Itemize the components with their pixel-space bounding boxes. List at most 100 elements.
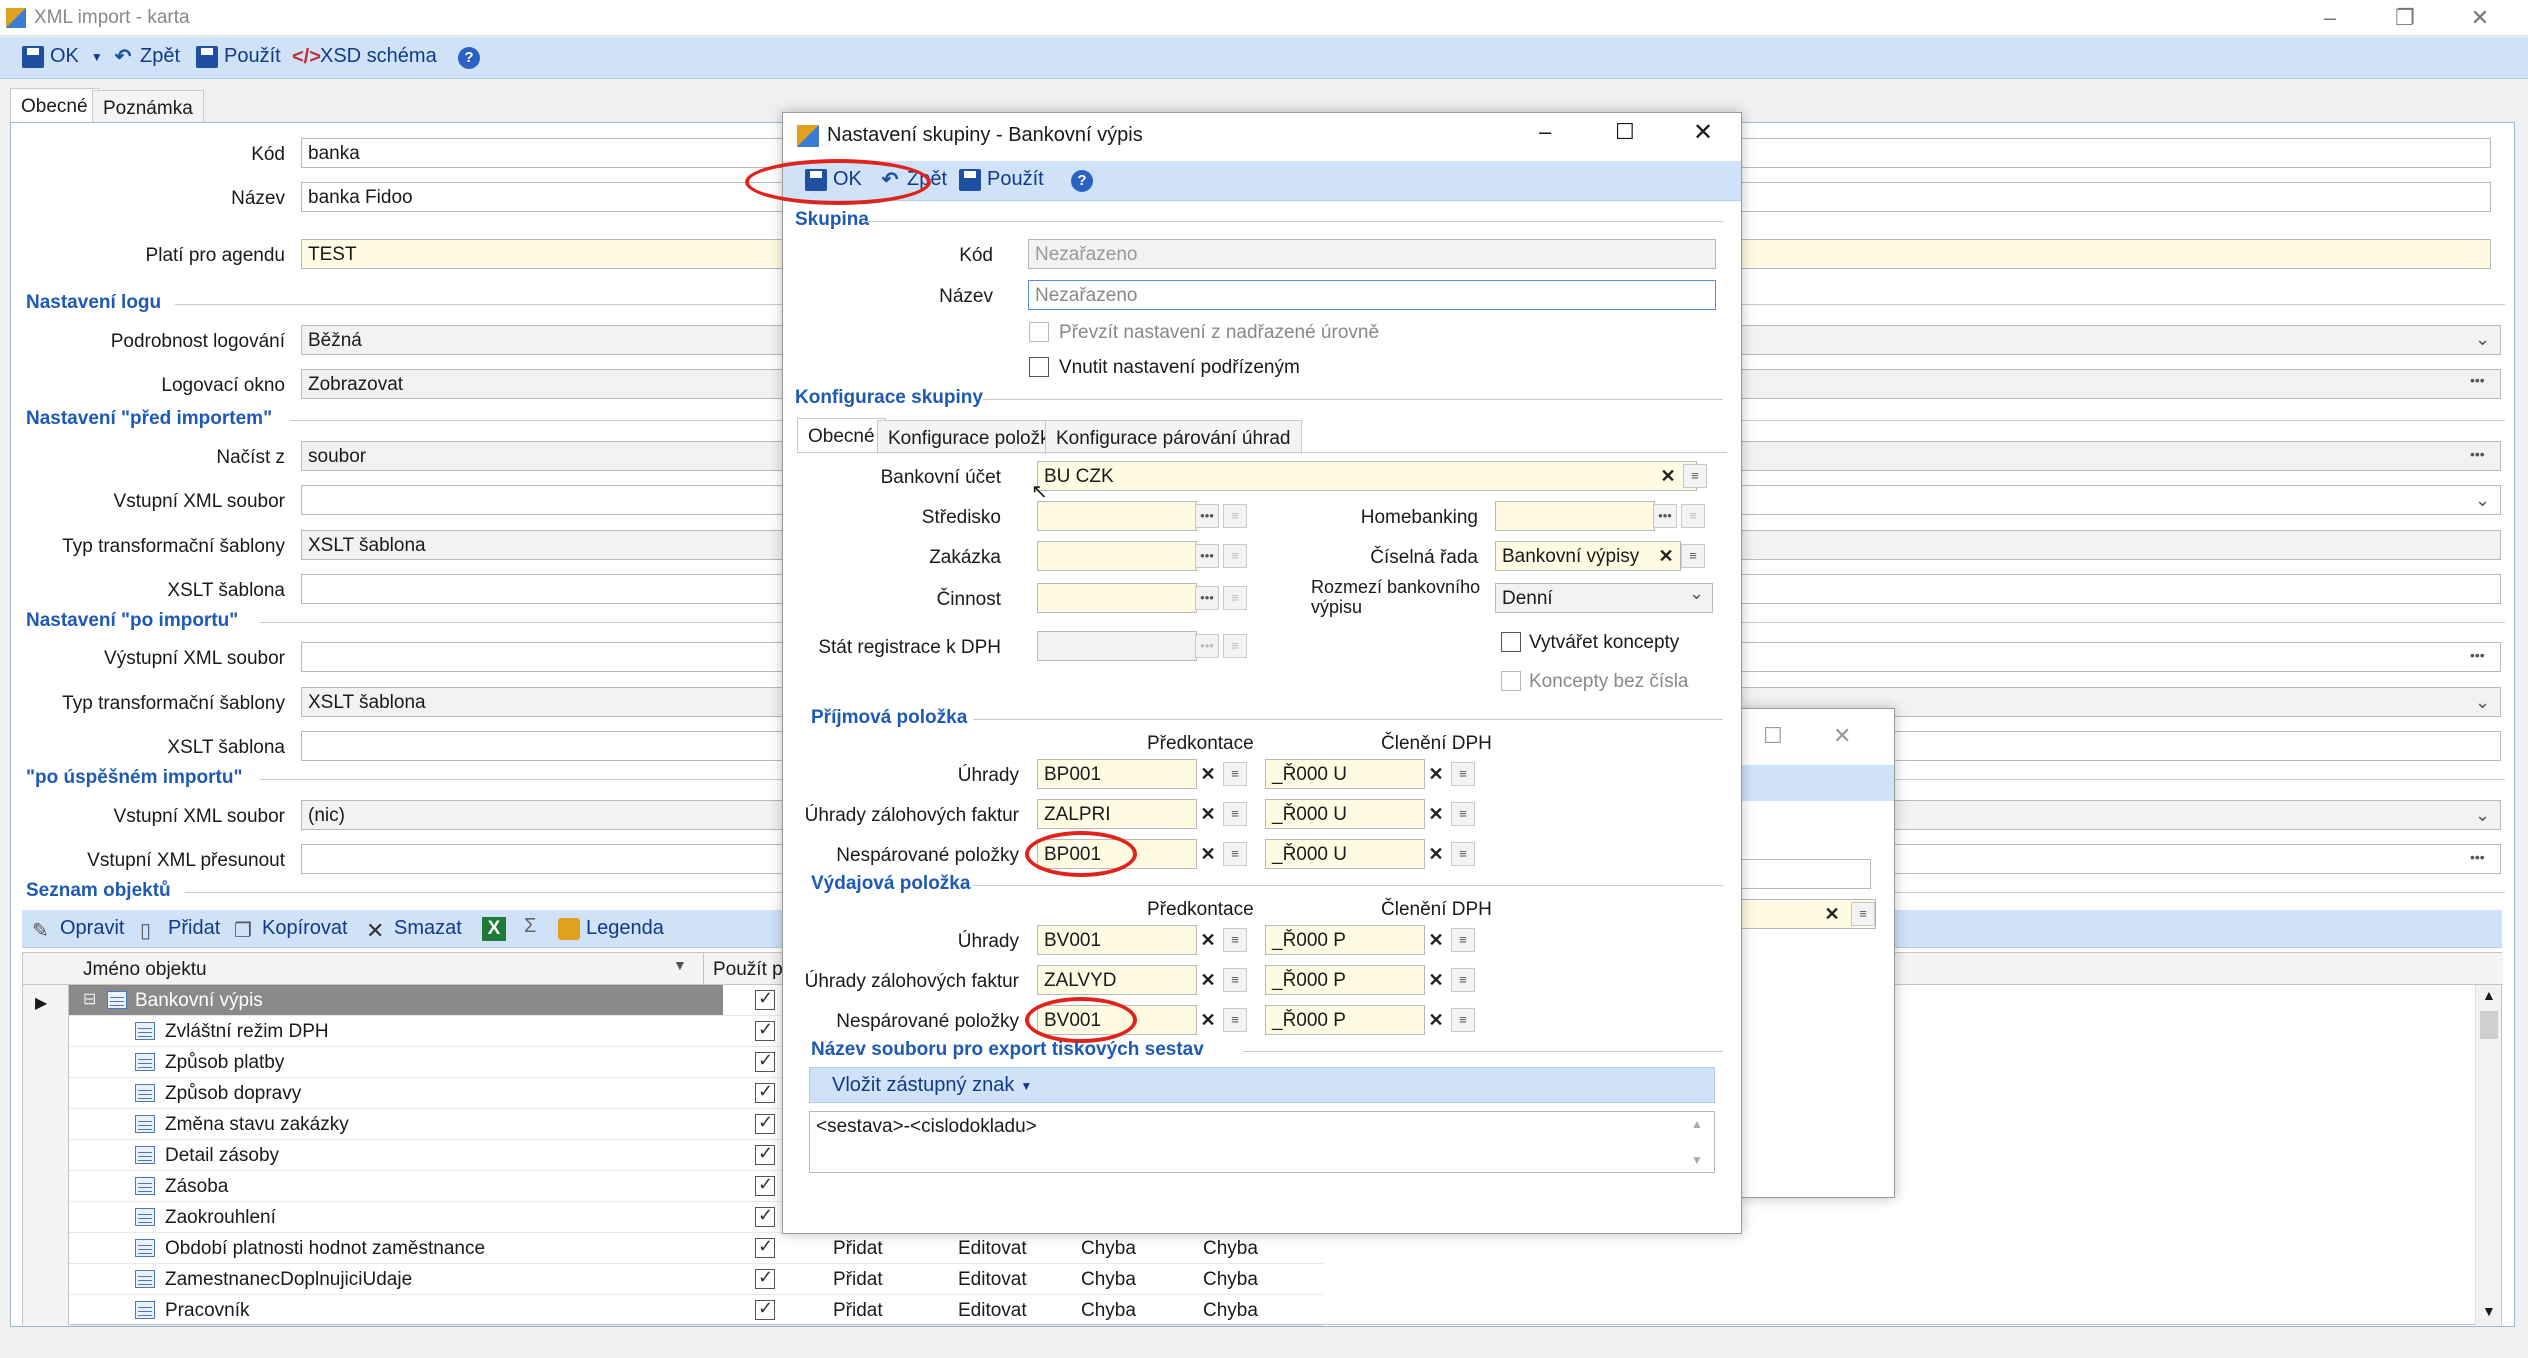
grid-scrollbar[interactable]: ▲ ▼ [2475,985,2501,1325]
edit-button[interactable]: ✎ Opravit [32,917,124,942]
restore-button[interactable]: ❐ [2380,4,2430,32]
clear-icon[interactable]: ✕ [1197,928,1219,952]
filter-icon[interactable]: ▼ [673,957,687,973]
dialog-tab-parovani[interactable]: Konfigurace párování úhrad [1045,420,1302,454]
list-icon[interactable]: ≡ [1223,586,1247,610]
clear-icon[interactable]: ✕ [1197,802,1219,826]
clear-icon[interactable]: ✕ [1821,902,1843,926]
list-icon[interactable]: ≡ [1851,902,1875,926]
dialog-close-button[interactable]: ✕ [1693,118,1713,147]
use-checkbox[interactable] [755,1050,775,1072]
more-icon[interactable]: ••• [1195,586,1219,610]
use-checkbox[interactable] [755,1112,775,1134]
list-icon[interactable]: ≡ [1683,464,1707,488]
stredisko-input[interactable] [1037,501,1197,531]
rozmezi-select[interactable]: Denní [1495,583,1713,613]
list-icon[interactable]: ≡ [1223,842,1247,866]
minimize-button[interactable]: – [2305,4,2355,32]
tab-poznamka[interactable]: Poznámka [92,90,204,124]
list-icon[interactable]: ≡ [1451,968,1475,992]
back-button[interactable]: ↶ Zpět [112,45,180,68]
dialog-tab-konfigurace-polozky[interactable]: Konfigurace položky [877,420,1071,454]
clear-icon[interactable]: ✕ [1425,762,1447,786]
list-icon[interactable]: ≡ [1223,762,1247,786]
use-checkbox[interactable] [755,1267,775,1289]
list-icon[interactable]: ≡ [1451,842,1475,866]
clear-icon[interactable]: ✕ [1655,544,1677,568]
legend-button[interactable]: Legenda [558,917,664,940]
list-icon[interactable]: ≡ [1223,544,1247,568]
homebanking-input[interactable] [1495,501,1655,531]
zakazka-input[interactable] [1037,541,1197,571]
koncepty-checkbox[interactable] [1501,632,1521,652]
excel-icon[interactable]: X [482,917,506,941]
close-button[interactable]: ✕ [2455,4,2505,32]
chevron-down-icon[interactable]: ⌄ [1689,583,1704,604]
prijem-dph3-input[interactable]: _Ř000 U [1265,839,1425,869]
use-checkbox[interactable] [755,1174,775,1196]
dialog-maximize-button[interactable]: ☐ [1615,119,1635,145]
chevron-down-icon[interactable]: ⌄ [2475,490,2490,511]
stat-input[interactable] [1037,631,1197,661]
copy-button[interactable]: ❐ Kopírovat [234,917,348,942]
cinnost-input[interactable] [1037,583,1197,613]
ucet-input[interactable]: BU CZK [1037,461,1697,491]
tab-obecne[interactable]: Obecné [10,88,99,122]
list-icon[interactable]: ≡ [1451,802,1475,826]
use-checkbox[interactable] [755,988,775,1010]
scroll-up-icon[interactable]: ▲ [2482,987,2496,1003]
vydaj-dph1-input[interactable]: _Ř000 P [1265,925,1425,955]
help-icon[interactable]: ? [458,47,480,69]
add-button[interactable]: ▯ Přidat [140,917,220,942]
collapse-icon[interactable]: ⊟ [83,989,96,1009]
dialog-apply-button[interactable]: Použít [959,168,1044,191]
insert-placeholder-button[interactable]: Vložit zástupný znak ▼ [832,1074,1032,1097]
list-icon[interactable]: ≡ [1223,1008,1247,1032]
clear-icon[interactable]: ✕ [1425,802,1447,826]
prijem-dph2-input[interactable]: _Ř000 U [1265,799,1425,829]
vydaj-uhrady-input[interactable]: BV001 [1037,925,1197,955]
list-icon[interactable]: ≡ [1223,928,1247,952]
list-icon[interactable]: ≡ [1451,762,1475,786]
list-icon[interactable]: ≡ [1451,928,1475,952]
prijem-dph1-input[interactable]: _Ř000 U [1265,759,1425,789]
chevron-down-icon[interactable]: ⌄ [2475,692,2490,713]
list-icon[interactable]: ≡ [1223,968,1247,992]
vydaj-zalohy-input[interactable]: ZALVYD [1037,965,1197,995]
use-checkbox[interactable] [755,1081,775,1103]
clear-icon[interactable]: ✕ [1425,968,1447,992]
close-icon[interactable]: ✕ [1833,723,1851,749]
scroll-down-icon[interactable]: ▼ [1691,1153,1703,1167]
more-icon[interactable]: ••• [1195,544,1219,568]
list-icon[interactable]: ≡ [1451,1008,1475,1032]
vydaj-dph3-input[interactable]: _Ř000 P [1265,1005,1425,1035]
maximize-icon[interactable]: ☐ [1763,723,1783,749]
clear-icon[interactable]: ✕ [1197,762,1219,786]
list-icon[interactable]: ≡ [1681,544,1705,568]
koncepty-bez-checkbox[interactable] [1501,671,1521,691]
more-icon[interactable]: ••• [1195,634,1219,658]
use-checkbox[interactable] [755,1143,775,1165]
delete-button[interactable]: ✕ Smazat [366,917,462,943]
export-filename-textarea[interactable]: <sestava>-<cislodokladu> [809,1111,1715,1173]
more-icon[interactable]: ••• [2470,849,2485,865]
clear-icon[interactable]: ✕ [1425,1008,1447,1032]
vnutit-checkbox[interactable] [1029,357,1049,377]
prijem-zalohy-input[interactable]: ZALPRI [1037,799,1197,829]
use-checkbox[interactable] [755,1019,775,1041]
xsd-button[interactable]: </> XSD schéma [292,45,437,68]
clear-icon[interactable]: ✕ [1657,464,1679,488]
dialog-tab-obecne[interactable]: Obecné [797,418,886,452]
apply-button[interactable]: Použít [196,45,281,68]
use-checkbox[interactable] [755,1298,775,1320]
scroll-thumb[interactable] [2480,1011,2498,1039]
use-checkbox[interactable] [755,1236,775,1258]
clear-icon[interactable]: ✕ [1197,842,1219,866]
clear-icon[interactable]: ✕ [1197,968,1219,992]
background-input[interactable] [1741,859,1871,889]
chevron-down-icon[interactable]: ⌄ [2475,805,2490,826]
more-icon[interactable]: ••• [1195,504,1219,528]
prijem-uhrady-input[interactable]: BP001 [1037,759,1197,789]
prevzit-checkbox[interactable] [1029,322,1049,342]
list-icon[interactable]: ≡ [1223,634,1247,658]
